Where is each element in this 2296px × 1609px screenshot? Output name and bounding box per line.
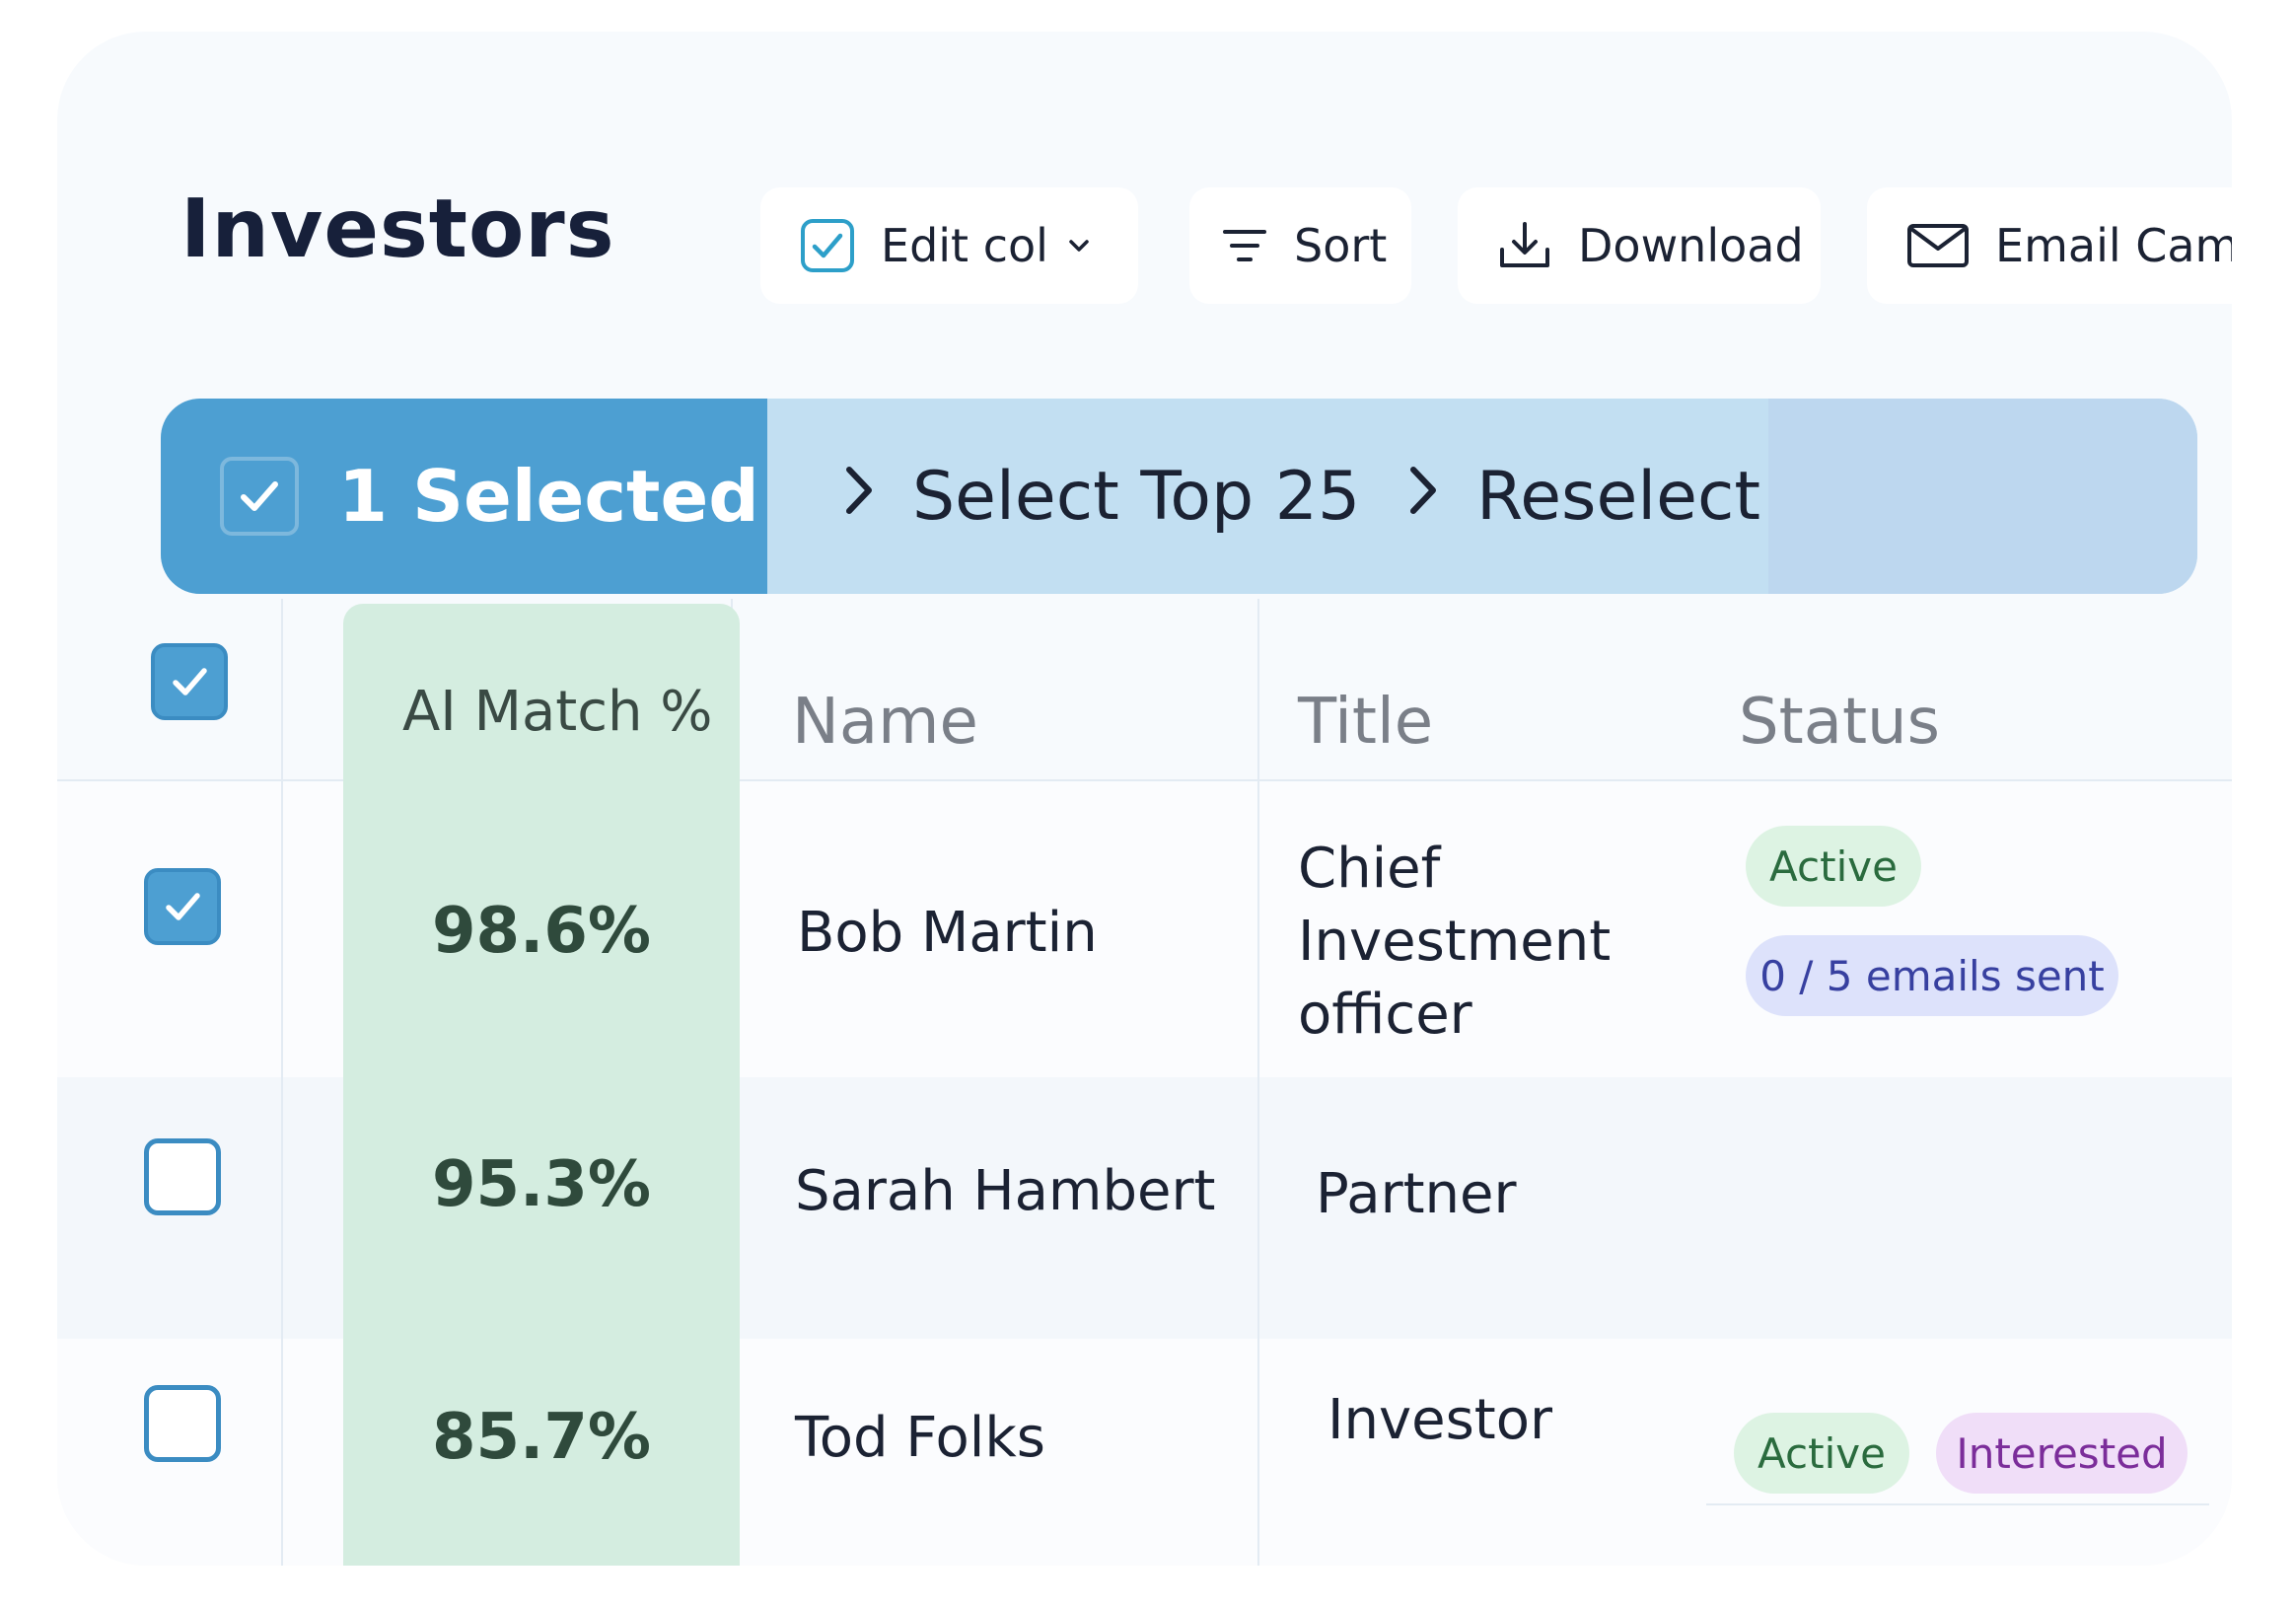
reselect-button[interactable]: Reselect (1405, 399, 1760, 594)
investor-title: Chief Investment officer (1298, 837, 1612, 1047)
column-header-status[interactable]: Status (1739, 691, 1940, 754)
investors-card: Investors Edit col Sort Download Email C… (57, 32, 2232, 1566)
row-checkbox[interactable] (144, 1138, 221, 1215)
row-checkbox[interactable] (144, 868, 221, 945)
investor-title: Partner (1316, 1162, 1517, 1226)
chevron-right-icon (841, 458, 877, 536)
investor-title: Investor (1327, 1388, 1553, 1452)
investor-name[interactable]: Sarah Hambert (795, 1156, 1215, 1228)
mail-icon (1906, 223, 1970, 268)
column-header-title[interactable]: Title (1298, 691, 1433, 754)
selection-bar: 1 Selected Select Top 25 Reselect (161, 399, 2197, 594)
investor-name[interactable]: Bob Martin (797, 898, 1098, 970)
status-badge-emails-sent: 0 / 5 emails sent (1746, 935, 2118, 1016)
ai-match-value: 98.6% (431, 895, 652, 968)
select-all-checkbox[interactable] (220, 457, 299, 536)
page-title: Investors (180, 183, 615, 276)
edit-columns-label: Edit col (881, 219, 1048, 272)
email-campaign-button[interactable]: Email Campaign (1867, 187, 2232, 304)
select-top-25-button[interactable]: Select Top 25 (841, 399, 1360, 594)
checkbox-icon (800, 218, 855, 273)
chevron-right-icon (1405, 458, 1441, 536)
status-badge-active: Active (1746, 826, 1921, 907)
download-button[interactable]: Download (1458, 187, 1821, 304)
row-divider (1706, 1503, 2209, 1505)
selected-count-panel: 1 Selected (161, 399, 767, 594)
status-badge-active: Active (1734, 1413, 1909, 1494)
check-icon (166, 893, 200, 920)
sort-label: Sort (1294, 219, 1388, 272)
column-header-name[interactable]: Name (792, 691, 978, 754)
sort-button[interactable]: Sort (1189, 187, 1411, 304)
selection-bar-tint (1768, 399, 2197, 594)
select-top-25-label: Select Top 25 (912, 457, 1361, 536)
check-icon (241, 481, 278, 511)
edit-columns-button[interactable]: Edit col (760, 187, 1138, 304)
chevron-down-icon (1066, 233, 1092, 258)
email-campaign-label: Email Campaign (1995, 219, 2232, 272)
sort-icon (1221, 226, 1268, 265)
investor-name[interactable]: Tod Folks (795, 1403, 1045, 1475)
selected-count: 1 Selected (338, 455, 759, 538)
column-divider (1257, 599, 1259, 1566)
download-label: Download (1578, 219, 1804, 272)
ai-match-value: 85.7% (431, 1401, 652, 1474)
download-icon (1497, 220, 1552, 271)
check-icon (173, 668, 207, 695)
status-badge-interested: Interested (1936, 1413, 2188, 1494)
ai-match-value: 95.3% (431, 1148, 652, 1221)
header-checkbox[interactable] (151, 643, 228, 720)
column-divider (281, 599, 283, 1566)
column-header-ai-match[interactable]: AI Match % (402, 685, 713, 740)
reselect-label: Reselect (1476, 457, 1761, 536)
row-checkbox[interactable] (144, 1385, 221, 1462)
